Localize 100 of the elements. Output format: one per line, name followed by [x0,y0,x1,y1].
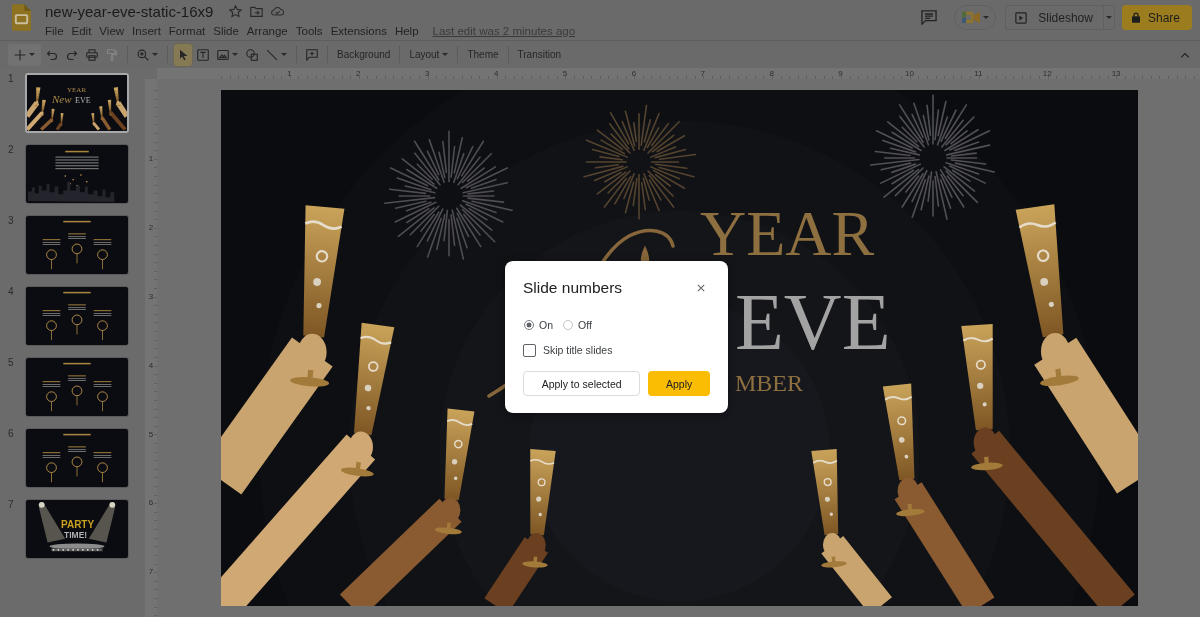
share-button[interactable]: Share [1121,5,1192,30]
heading-line-drawing [63,362,91,365]
slideshow-menu-button[interactable] [1102,5,1115,30]
menu-item[interactable]: Slide [209,23,243,38]
heading-line-drawing [63,291,91,294]
checkbox-label[interactable]: Skip title slides [543,344,613,356]
slide-title-text: EVE [735,290,891,354]
hand-with-glass-drawing [27,87,41,118]
text-lines-drawing [55,150,99,170]
star-icon[interactable] [229,5,243,18]
ruler-number: 5 [148,428,154,441]
slide-thumbnail[interactable] [25,215,129,275]
slide-thumbnail[interactable] [25,428,129,488]
slideshow-button[interactable]: Slideshow [1005,5,1103,30]
goblet-infographic-drawing [42,452,61,483]
menu-item[interactable]: Insert [128,23,165,38]
menu-item[interactable]: Edit [67,23,96,38]
sparkle-dots-drawing [64,174,88,187]
thumbnail-text: PARTY [61,520,95,530]
apply-to-selected-button[interactable]: Apply to selected [523,371,641,396]
goblet-infographic-drawing [93,239,112,270]
toolbar-text-button[interactable]: Background [334,43,394,66]
goblet-infographic-drawing [42,310,61,341]
document-title[interactable]: new-year-eve-static-16x9 [45,3,214,20]
slide-number: 3 [8,215,15,227]
ruler-number: 2 [148,221,154,234]
slide-title-text: YEAR [700,208,875,260]
ruler-number: 10 [904,69,915,78]
thumbnail-text: New [52,94,72,105]
toolbar-text-button[interactable]: Theme [464,43,502,66]
ruler-number: 1 [286,69,293,78]
ruler-number: 6 [630,69,638,78]
ruler-number: 6 [148,497,154,510]
slide-thumbnail[interactable] [25,286,129,346]
paint-roller-icon [106,48,118,61]
add-comment-icon [306,48,318,61]
ruler-number: 11 [973,69,984,78]
toolbar-text-button[interactable]: Layout [406,43,452,66]
menu-item[interactable]: Help [390,23,423,38]
caret-icon [29,53,35,56]
hand-with-glass-drawing [113,87,127,118]
menu-item[interactable]: Tools [291,23,327,38]
hand-with-glass-drawing [91,113,101,131]
line-icon [266,48,278,61]
goblet-infographic-drawing [93,310,112,341]
hand-with-glass-drawing [27,99,46,131]
video-camera-icon [962,11,981,24]
caret-icon [983,16,990,19]
checkbox[interactable] [523,343,536,357]
menu-item[interactable]: Format [164,23,210,38]
cloud-icon[interactable] [271,5,285,18]
heading-line-drawing [63,220,91,223]
caret-icon [1105,16,1112,19]
undo-icon [46,48,58,61]
comment-icon[interactable] [921,10,938,25]
new-slide-button[interactable] [8,43,41,66]
thumbnail-text: TIME! [64,531,88,540]
radio-label[interactable]: Off [578,319,592,331]
menu-item[interactable]: View [95,23,129,38]
thumbnail-text: EVE [75,97,91,105]
ruler-number: 4 [148,359,154,372]
slide-number: 1 [8,73,15,85]
text-box-icon [197,48,209,61]
heading-line-drawing [63,433,91,436]
redo-icon [66,48,78,61]
menu-item[interactable]: File [41,23,68,38]
radio-button[interactable] [563,320,573,330]
slide-number: 6 [8,428,15,440]
slide-subtitle-text: MBER [735,374,803,394]
radio-label[interactable]: On [539,319,553,331]
slides-logo-icon[interactable] [12,4,31,31]
goblet-infographic-drawing [93,452,112,483]
chevron-up-icon [1180,51,1190,58]
caret-icon [281,53,287,56]
printer-icon [86,48,98,61]
radio-button[interactable] [524,320,534,330]
toolbar-text-button[interactable]: Transition [514,43,565,66]
select-tool-button[interactable] [174,43,192,66]
caret-icon [442,53,449,56]
slide-thumbnail[interactable] [25,144,129,204]
slide-thumbnail[interactable]: PARTY TIME! [25,499,129,559]
slide-number: 7 [8,499,15,511]
goblet-infographic-drawing [42,239,61,270]
goblet-infographic-drawing [93,381,112,412]
slide-thumbnail[interactable] [25,357,129,417]
menu-item[interactable]: Arrange [242,23,292,38]
menu-item[interactable]: Extensions [326,23,391,38]
stage-drawing [49,543,105,552]
play-icon [1015,11,1028,24]
slide-number: 2 [8,144,15,156]
ruler-number: 12 [1041,69,1053,78]
lock-icon [1131,12,1140,23]
slide-number: 5 [8,357,15,369]
plus-icon [14,48,26,61]
image-icon [217,48,229,61]
zoom-icon [137,48,149,61]
folder-icon[interactable] [250,5,264,18]
slide-number: 4 [8,286,15,298]
close-icon[interactable] [697,284,705,292]
apply-button[interactable]: Apply [648,371,710,396]
